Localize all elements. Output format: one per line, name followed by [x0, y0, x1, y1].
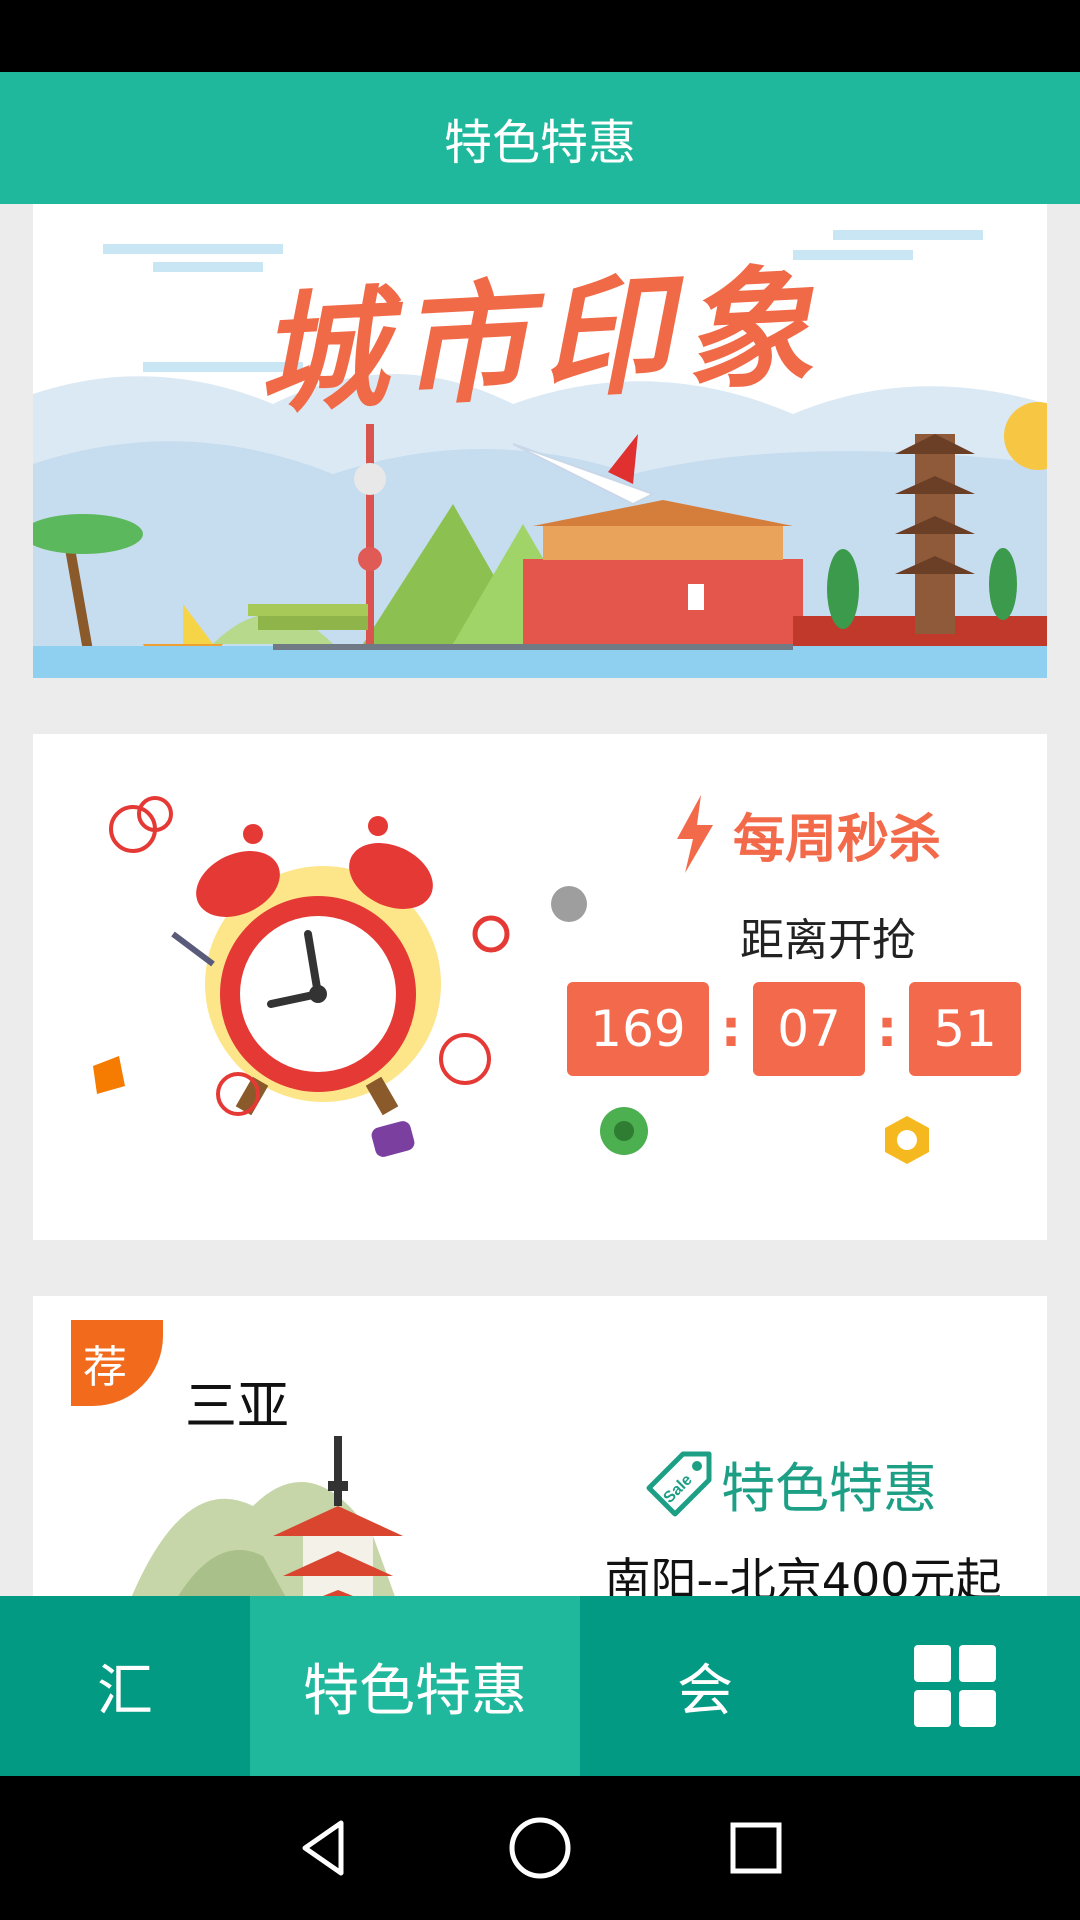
- countdown-label: 距离开抢: [740, 915, 916, 966]
- recents-icon[interactable]: [723, 1815, 789, 1881]
- page-title: 特色特惠: [443, 115, 636, 171]
- nav-item-label: 特色特惠: [303, 1658, 527, 1724]
- countdown-seconds: 51: [909, 982, 1021, 1076]
- home-icon[interactable]: [507, 1815, 573, 1881]
- alarm-clock-illustration: [93, 796, 587, 1157]
- countdown-separator: :: [876, 999, 898, 1059]
- countdown-hours: 169: [567, 982, 709, 1076]
- flash-sale-heading: 每周秒杀: [673, 794, 941, 874]
- deal-city: 三亚: [185, 1377, 290, 1437]
- city-banner[interactable]: 城市印象: [33, 204, 1047, 678]
- deal-route[interactable]: 南阳--北京400元起: [593, 1544, 1013, 1596]
- nav-item-hui-member[interactable]: 会: [580, 1596, 830, 1776]
- countdown-timer: 169 : 07 : 51: [567, 982, 1021, 1076]
- nav-item-label: 会: [677, 1658, 733, 1724]
- nut-decoration-icon: [885, 1116, 929, 1164]
- nav-item-label: 汇: [97, 1658, 153, 1724]
- flash-sale-card[interactable]: 每周秒杀 距离开抢 169 : 07 : 51: [33, 734, 1047, 1240]
- status-bar: [0, 0, 1080, 72]
- nav-item-more[interactable]: [830, 1596, 1080, 1776]
- bottom-nav: 汇 特色特惠 会: [0, 1596, 1080, 1776]
- sale-tag-icon: Sale: [646, 1451, 712, 1516]
- countdown-minutes: 07: [753, 982, 865, 1076]
- gear-decoration-icon: [600, 1107, 648, 1155]
- flash-sale-title: 每周秒杀: [733, 809, 942, 870]
- back-icon[interactable]: [291, 1815, 357, 1881]
- system-nav-bar: [0, 1776, 1080, 1920]
- deal-card[interactable]: 荐 三亚 Sale 特色特惠 南阳--北京400元起: [33, 1296, 1047, 1596]
- page-title-bar: 特色特惠: [0, 72, 1080, 204]
- countdown-separator: :: [720, 999, 742, 1059]
- deal-tag-heading: Sale 特色特惠: [643, 1444, 937, 1523]
- nav-item-special-deals[interactable]: 特色特惠: [250, 1596, 580, 1776]
- scroll-content[interactable]: 城市印象 每周秒杀 距离开抢 169: 07: 51 荐 三亚 Sale 特…: [0, 204, 1080, 1596]
- deal-tag: 特色特惠: [721, 1457, 937, 1520]
- lightning-icon: [677, 795, 713, 873]
- grid-icon: [914, 1645, 996, 1727]
- nav-item-hui[interactable]: 汇: [0, 1596, 250, 1776]
